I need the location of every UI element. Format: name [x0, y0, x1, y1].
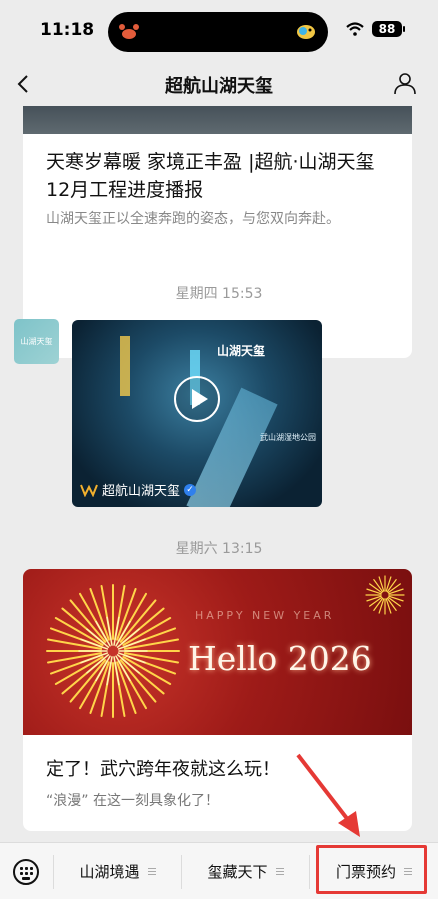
status-time: 11:18 [40, 20, 95, 40]
video-brand-text: 山湖天玺 [217, 344, 266, 358]
fish-icon [297, 25, 315, 39]
play-icon [192, 389, 208, 409]
firework-icon [365, 575, 405, 615]
nav-bar: 超航山湖天玺 [0, 62, 438, 106]
menu-item-label: 山湖境遇 [79, 863, 140, 881]
play-button[interactable] [174, 376, 220, 422]
submenu-icon [147, 868, 156, 875]
article-cover-image [23, 106, 412, 134]
video-sign-text: 武山湖湿地公园 [260, 433, 316, 442]
banner-subtitle: HAPPY NEW YEAR [195, 609, 335, 622]
menu-item-xizang[interactable]: 玺藏天下 [182, 843, 309, 899]
menu-item-label: 玺藏天下 [207, 863, 268, 881]
account-avatar[interactable]: 山湖天玺 [14, 319, 59, 364]
article-description: “浪漫” 在这一刻具象化了！ [46, 793, 219, 809]
dynamic-island [108, 12, 328, 52]
battery-tip [403, 26, 405, 32]
brand-logo-icon [80, 484, 98, 497]
article-title: 天寒岁幕暖 家境正丰盈 |超航·山湖天玺12月工程进度播报 [46, 151, 375, 201]
firework-icon [46, 584, 180, 718]
wifi-icon [346, 22, 364, 36]
account-name: 超航山湖天玺 [102, 484, 181, 499]
page-title: 超航山湖天玺 [165, 76, 273, 97]
crab-icon [119, 24, 139, 39]
annotation-highlight-box [316, 845, 427, 894]
video-card[interactable]: 山湖天玺 武山湖湿地公园 超航山湖天玺 ✓ [72, 320, 322, 507]
annotation-arrow-icon [296, 753, 360, 837]
submenu-icon [275, 868, 284, 875]
article-description: 山湖天玺正以全速奔跑的姿态，与您双向奔赴。 [46, 211, 340, 227]
profile-icon[interactable] [393, 71, 417, 95]
article-cover-image: HAPPY NEW YEAR Hello 2026 [23, 569, 412, 735]
timestamp: 星期四 15:53 [175, 286, 263, 302]
avatar-text: 山湖天玺 [20, 337, 53, 346]
keyboard-toggle-button[interactable] [13, 859, 39, 885]
verified-icon: ✓ [184, 483, 197, 496]
battery-level: 88 [372, 21, 402, 37]
timestamp: 星期六 13:15 [175, 541, 263, 557]
menu-item-shanhu[interactable]: 山湖境遇 [54, 843, 181, 899]
status-bar: 11:18 88 [0, 0, 438, 62]
message-feed: 天寒岁幕暖 家境正丰盈 |超航·山湖天玺12月工程进度播报 山湖天玺正以全速奔跑… [0, 106, 438, 842]
tower-graphic [120, 336, 130, 396]
banner-headline: Hello 2026 [188, 639, 372, 678]
article-title: 定了！武穴跨年夜就这么玩！ [46, 759, 280, 780]
video-caption: 超航山湖天玺 ✓ [80, 480, 197, 499]
